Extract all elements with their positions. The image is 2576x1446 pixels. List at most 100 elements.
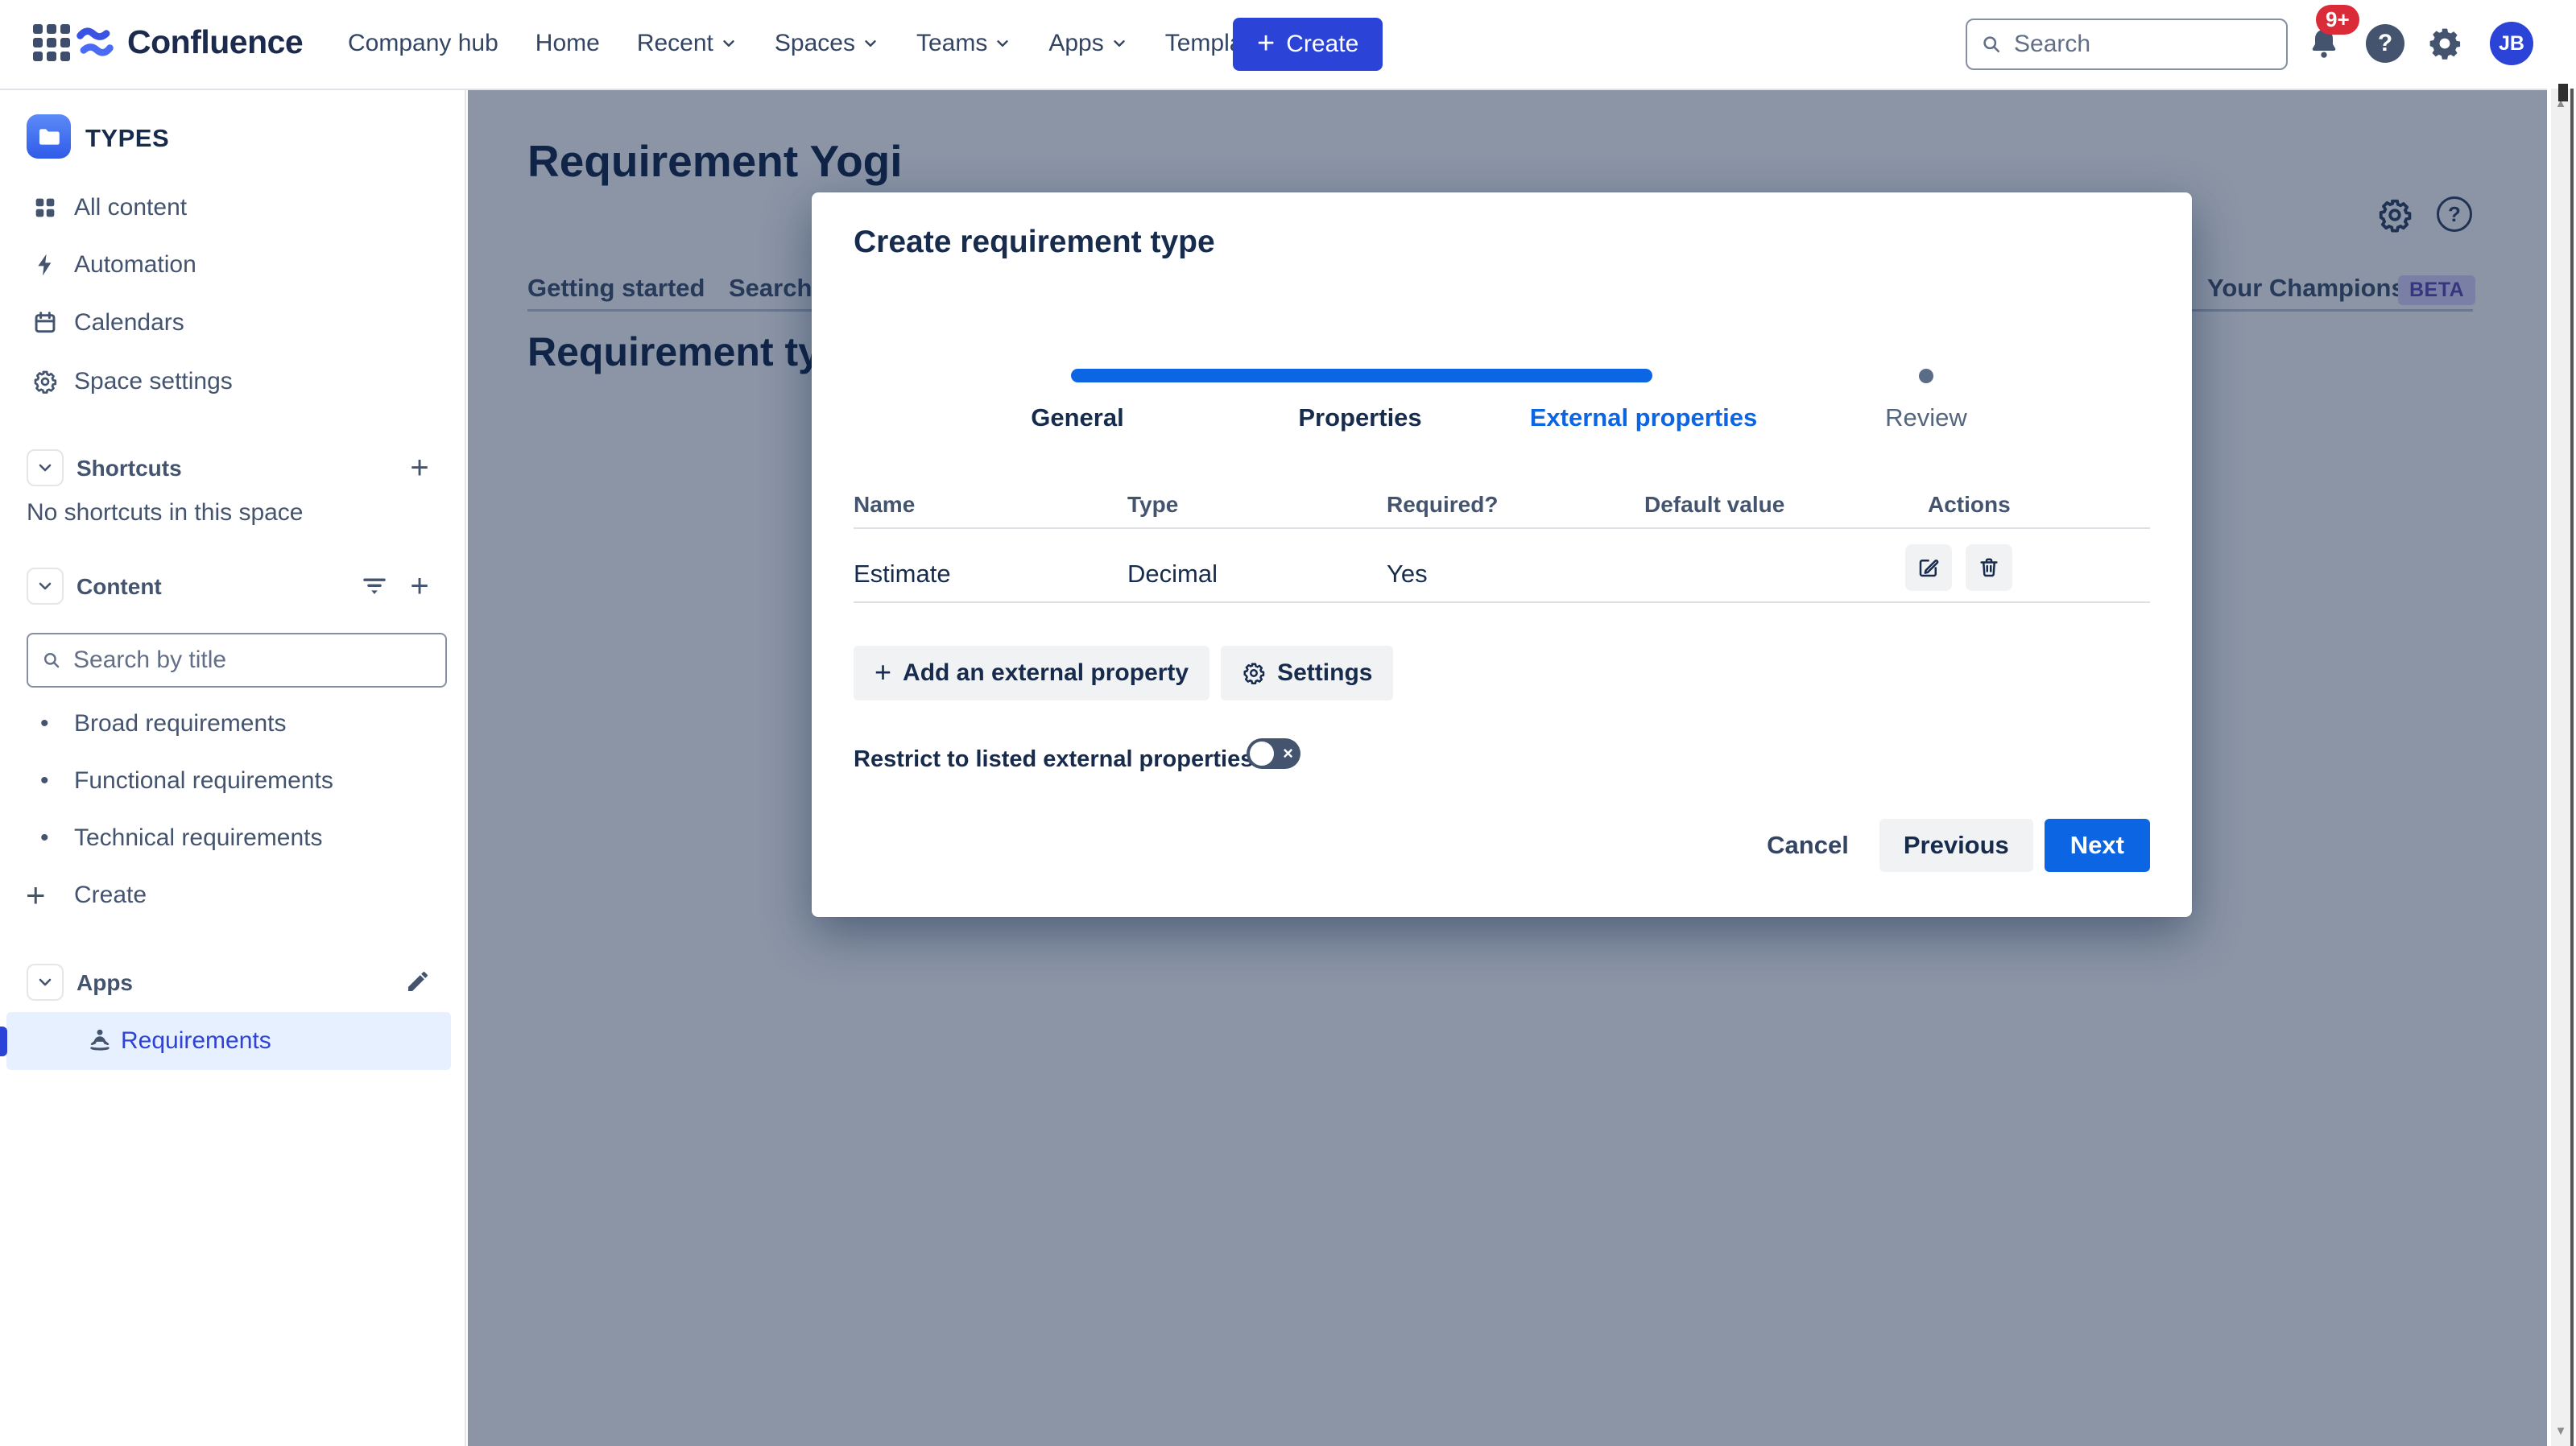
space-name: TYPES [85,124,169,153]
trash-icon [1977,556,2001,580]
edit-row-button[interactable] [1905,544,1952,591]
scrollbar-thumb[interactable] [2558,84,2568,101]
space-avatar[interactable] [27,114,71,159]
chevron-down-icon [35,458,55,477]
edit-pencil-icon [1916,556,1941,580]
content-item-technical-requirements[interactable]: • Technical requirements [0,812,453,865]
delete-row-button[interactable] [1966,544,2012,591]
sidebar-create-button[interactable]: + Create [0,869,453,922]
shortcuts-empty-text: No shortcuts in this space [27,499,304,527]
plus-icon: + [26,878,46,912]
restrict-toggle-label: Restrict to listed external properties? [854,746,1267,773]
add-shortcut-button[interactable]: + [403,451,436,485]
column-header-name: Name [854,492,915,518]
shortcuts-collapse-button[interactable] [27,449,64,486]
search-icon [41,650,62,671]
search-by-title-input[interactable] [72,646,432,675]
plus-icon: + [875,658,891,687]
scrollbar-track[interactable]: ▲ ▼ [2551,89,2570,1446]
search-input[interactable] [2012,30,2273,59]
content-header: Content [76,574,162,600]
window-edge [2570,89,2574,1446]
nav-item-teams[interactable]: Teams [916,30,1011,57]
global-search[interactable] [1966,19,2288,70]
space-sidebar: TYPES All content Automation Calendars S… [0,89,466,1446]
app-switcher-icon[interactable] [33,24,70,61]
nav-item-home[interactable]: Home [535,30,600,57]
global-create-button[interactable]: + Create [1233,18,1383,71]
confluence-mark-icon [74,21,116,63]
sidebar-item-space-settings[interactable]: Space settings [0,353,466,410]
cell-type: Decimal [1127,560,1218,589]
content-collapse-button[interactable] [27,568,64,605]
bullet-icon: • [40,824,49,852]
apps-header: Apps [76,970,133,996]
search-icon [1980,33,2003,56]
cell-required: Yes [1387,560,1428,589]
settings-gear-icon[interactable] [2427,26,2462,61]
create-requirement-type-modal: Create requirement type General Properti… [812,192,2192,917]
filter-icon[interactable] [361,572,388,600]
apps-collapse-button[interactable] [27,964,64,1001]
scroll-down-arrow[interactable]: ▼ [2551,1424,2570,1438]
nav-item-apps[interactable]: Apps [1048,30,1127,57]
content-item-functional-requirements[interactable]: • Functional requirements [0,754,453,808]
step-properties[interactable]: Properties [1215,403,1505,432]
primary-nav-menu: Company hub Home Recent Spaces Teams App… [348,0,1275,87]
nav-item-recent[interactable]: Recent [637,30,738,57]
chevron-down-icon [994,35,1011,52]
help-button[interactable]: ? [2366,24,2404,63]
table-header-divider [854,527,2150,529]
plus-icon: + [1257,28,1275,59]
add-content-button[interactable]: + [403,569,436,603]
sidebar-item-requirements[interactable]: Requirements [6,1012,451,1070]
column-header-default-value: Default value [1644,492,1784,518]
sidebar-item-all-content[interactable]: All content [0,179,466,236]
next-button[interactable]: Next [2045,819,2150,872]
nav-item-spaces[interactable]: Spaces [775,30,879,57]
external-properties-settings-button[interactable]: Settings [1221,646,1393,700]
restrict-toggle[interactable]: × [1247,738,1300,769]
toggle-off-x-icon: × [1283,742,1293,766]
step-external-properties[interactable]: External properties [1499,403,1788,432]
table-row-divider [854,601,2150,603]
add-external-property-button[interactable]: + Add an external property [854,646,1209,700]
sidebar-item-automation[interactable]: Automation [0,236,466,293]
grid-icon [32,195,58,221]
nav-item-company-hub[interactable]: Company hub [348,30,498,57]
edit-apps-pencil-icon[interactable] [405,969,431,994]
question-mark-icon: ? [2378,30,2392,57]
chevron-down-icon [35,576,55,596]
chevron-down-icon [862,35,879,52]
shortcuts-header: Shortcuts [76,456,182,481]
bullet-icon: • [40,767,49,795]
sidebar-item-calendars[interactable]: Calendars [0,294,466,351]
column-header-type: Type [1127,492,1178,518]
confluence-logo[interactable]: Confluence [74,21,303,63]
previous-button[interactable]: Previous [1879,819,2033,872]
modal-title: Create requirement type [854,225,1215,260]
top-navigation-bar: Confluence Company hub Home Recent Space… [0,0,2576,90]
calendar-icon [32,310,58,336]
app-window: Confluence Company hub Home Recent Space… [0,0,2576,1446]
stepper-progress-bar [1071,369,1652,382]
content-title-search[interactable] [27,633,447,688]
bullet-icon: • [40,710,49,737]
modal-action-buttons: + Add an external property Settings [854,646,1393,700]
modal-footer: Cancel Previous Next [1747,819,2150,872]
gear-icon [1242,661,1266,685]
toggle-knob [1250,742,1274,766]
step-review[interactable]: Review [1781,403,2071,432]
chevron-down-icon [35,973,55,992]
user-avatar[interactable]: JB [2490,22,2533,65]
chevron-down-icon [1110,35,1128,52]
requirements-app-label: Requirements [121,1027,271,1055]
column-header-required: Required? [1387,492,1498,518]
cancel-button[interactable]: Cancel [1747,831,1868,860]
selected-item-indicator [0,1027,7,1056]
step-general[interactable]: General [932,403,1222,432]
scrollbar: ▲ ▼ [2547,89,2576,1446]
cell-name: Estimate [854,560,951,589]
content-item-broad-requirements[interactable]: • Broad requirements [0,697,453,750]
gear-icon [32,369,58,395]
